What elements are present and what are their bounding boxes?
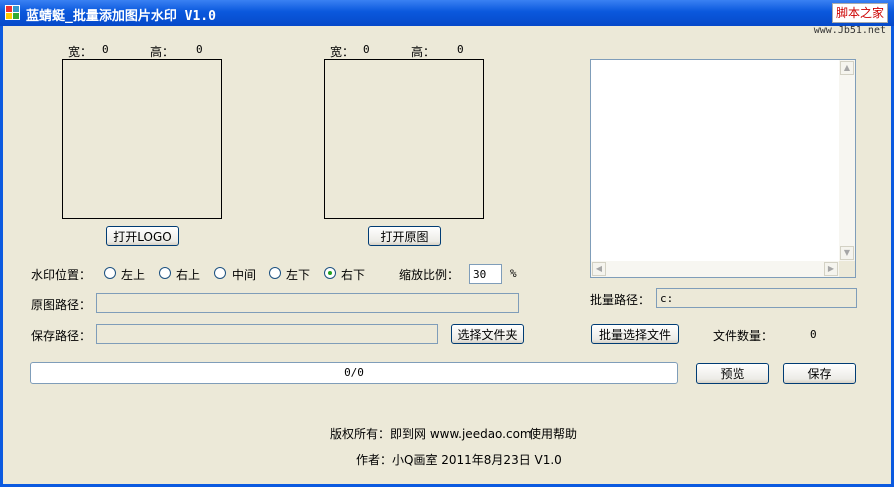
progress-text: 0/0 (344, 366, 364, 379)
site-watermark-url: www.Jb51.net (813, 25, 886, 36)
scale-unit: % (510, 267, 517, 280)
radio-top-right[interactable] (159, 267, 171, 279)
file-list-hscrollbar[interactable]: ◀ ▶ (591, 261, 839, 277)
open-original-button[interactable]: 打开原图 (368, 226, 441, 246)
position-label: 水印位置： (31, 268, 92, 282)
radio-top-left[interactable] (104, 267, 116, 279)
radio-top-left-label[interactable]: 左上 (121, 266, 145, 283)
original-height-label: 高： (411, 45, 436, 59)
logo-preview (62, 59, 222, 219)
radio-center-label[interactable]: 中间 (232, 266, 256, 283)
radio-bottom-left-label[interactable]: 左下 (286, 266, 310, 283)
logo-width-value: 0 (102, 43, 109, 56)
author-text: 作者：小Q画室 2011年8月23日 V1.0 (356, 453, 562, 467)
logo-height-value: 0 (196, 43, 203, 56)
open-logo-button[interactable]: 打开LOGO (106, 226, 179, 246)
help-link[interactable]: 使用帮助 (529, 425, 577, 442)
scrollbar-corner (839, 261, 855, 277)
radio-bottom-right[interactable] (324, 267, 336, 279)
save-button[interactable]: 保存 (783, 363, 856, 384)
save-path-label: 保存路径： (31, 329, 92, 343)
copyright-text: 版权所有：即到网 www.jeedao.com (330, 427, 532, 441)
original-path-field[interactable] (96, 293, 519, 313)
radio-top-right-label[interactable]: 右上 (176, 266, 200, 283)
radio-bottom-left[interactable] (269, 267, 281, 279)
window-title: 蓝蜻蜓_批量添加图片水印 V1.0 (26, 9, 216, 24)
main-window: 蓝蜻蜓_批量添加图片水印 V1.0 脚本之家 www.Jb51.net 宽： 0… (0, 0, 894, 487)
radio-bottom-right-label[interactable]: 右下 (341, 266, 365, 283)
progress-bar: 0/0 (30, 362, 678, 384)
file-count-value: 0 (810, 328, 817, 341)
scroll-down-icon[interactable]: ▼ (840, 246, 854, 260)
logo-width-label: 宽： (68, 45, 93, 59)
title-bar[interactable]: 蓝蜻蜓_批量添加图片水印 V1.0 脚本之家 (0, 0, 894, 26)
scale-input[interactable] (469, 264, 502, 284)
scroll-up-icon[interactable]: ▲ (840, 61, 854, 75)
scale-label: 缩放比例： (399, 268, 460, 282)
save-path-field[interactable] (96, 324, 438, 344)
file-list[interactable]: ▲ ▼ ◀ ▶ (590, 59, 856, 278)
choose-folder-button[interactable]: 选择文件夹 (451, 324, 524, 344)
original-width-value: 0 (363, 43, 370, 56)
scroll-left-icon[interactable]: ◀ (592, 262, 606, 276)
file-list-vscrollbar[interactable]: ▲ ▼ (839, 60, 855, 261)
scroll-right-icon[interactable]: ▶ (824, 262, 838, 276)
file-count-label: 文件数量： (713, 329, 774, 343)
original-preview (324, 59, 484, 219)
preview-button[interactable]: 预览 (696, 363, 769, 384)
site-watermark: 脚本之家 (831, 3, 888, 23)
batch-path-label: 批量路径： (590, 293, 651, 307)
batch-select-files-button[interactable]: 批量选择文件 (591, 324, 679, 344)
radio-center[interactable] (214, 267, 226, 279)
app-icon (5, 5, 20, 20)
original-path-label: 原图路径： (31, 298, 92, 312)
window-border-left (0, 26, 3, 487)
batch-path-field[interactable] (656, 288, 857, 308)
original-width-label: 宽： (330, 45, 355, 59)
logo-height-label: 高： (150, 45, 175, 59)
original-height-value: 0 (457, 43, 464, 56)
radio-selected-dot (328, 271, 332, 275)
